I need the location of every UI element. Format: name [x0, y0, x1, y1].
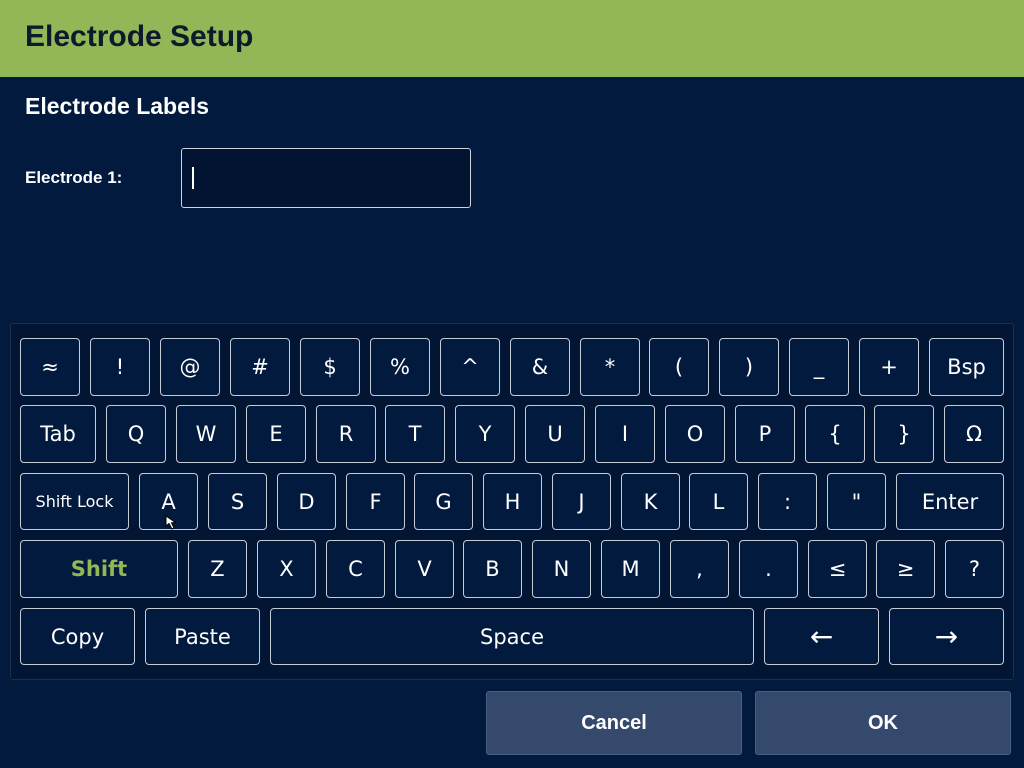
key-comma[interactable]: ,	[670, 540, 729, 598]
key-d[interactable]: D	[277, 473, 336, 530]
text-caret	[192, 167, 194, 189]
key-asterisk[interactable]: *	[580, 338, 640, 396]
key-close-brace[interactable]: }	[874, 405, 934, 463]
key-underscore[interactable]: _	[789, 338, 849, 396]
key-less-equal[interactable]: ≤	[808, 540, 867, 598]
key-i[interactable]: I	[595, 405, 655, 463]
title-bar: Electrode Setup	[0, 0, 1024, 77]
on-screen-keyboard: ≈ ! @ # $ % ^ & * ( ) _ + Bsp Tab Q W E …	[10, 323, 1014, 680]
key-space[interactable]: Space	[270, 608, 754, 665]
key-left-arrow[interactable]: ←	[764, 608, 879, 665]
key-quote[interactable]: "	[827, 473, 886, 530]
key-p[interactable]: P	[735, 405, 795, 463]
key-t[interactable]: T	[385, 405, 445, 463]
key-z[interactable]: Z	[188, 540, 247, 598]
key-hash[interactable]: #	[230, 338, 290, 396]
key-right-arrow[interactable]: →	[889, 608, 1004, 665]
key-omega[interactable]: Ω	[944, 405, 1004, 463]
key-f[interactable]: F	[346, 473, 405, 530]
key-backspace[interactable]: Bsp	[929, 338, 1004, 396]
key-g[interactable]: G	[414, 473, 473, 530]
mouse-pointer-icon	[165, 515, 177, 530]
key-exclamation[interactable]: !	[90, 338, 150, 396]
key-at[interactable]: @	[160, 338, 220, 396]
key-l[interactable]: L	[689, 473, 748, 530]
key-period[interactable]: .	[739, 540, 798, 598]
key-open-brace[interactable]: {	[805, 405, 865, 463]
key-paste[interactable]: Paste	[145, 608, 260, 665]
key-plus[interactable]: +	[859, 338, 919, 396]
key-u[interactable]: U	[525, 405, 585, 463]
key-c[interactable]: C	[326, 540, 385, 598]
key-copy[interactable]: Copy	[20, 608, 135, 665]
key-v[interactable]: V	[395, 540, 454, 598]
key-y[interactable]: Y	[455, 405, 515, 463]
key-shift[interactable]: Shift	[20, 540, 178, 598]
key-caret[interactable]: ^	[440, 338, 500, 396]
key-k[interactable]: K	[621, 473, 680, 530]
electrode-1-label: Electrode 1:	[25, 168, 123, 187]
key-n[interactable]: N	[532, 540, 591, 598]
key-percent[interactable]: %	[370, 338, 430, 396]
key-x[interactable]: X	[257, 540, 316, 598]
page-title: Electrode Setup	[25, 20, 254, 53]
key-e[interactable]: E	[246, 405, 306, 463]
cancel-button[interactable]: Cancel	[486, 691, 742, 755]
key-greater-equal[interactable]: ≥	[876, 540, 935, 598]
ok-button[interactable]: OK	[755, 691, 1011, 755]
key-m[interactable]: M	[601, 540, 660, 598]
key-enter[interactable]: Enter	[896, 473, 1004, 530]
key-shift-lock[interactable]: Shift Lock	[20, 473, 129, 530]
key-q[interactable]: Q	[106, 405, 166, 463]
key-close-paren[interactable]: )	[719, 338, 779, 396]
key-j[interactable]: J	[552, 473, 611, 530]
key-ampersand[interactable]: &	[510, 338, 570, 396]
key-dollar[interactable]: $	[300, 338, 360, 396]
key-approx[interactable]: ≈	[20, 338, 80, 396]
key-r[interactable]: R	[316, 405, 376, 463]
key-o[interactable]: O	[665, 405, 725, 463]
key-colon[interactable]: :	[758, 473, 817, 530]
section-title: Electrode Labels	[25, 93, 210, 119]
electrode-1-input[interactable]	[181, 148, 471, 208]
key-question[interactable]: ?	[945, 540, 1004, 598]
key-w[interactable]: W	[176, 405, 236, 463]
key-b[interactable]: B	[463, 540, 522, 598]
key-open-paren[interactable]: (	[649, 338, 709, 396]
key-s[interactable]: S	[208, 473, 267, 530]
key-h[interactable]: H	[483, 473, 542, 530]
key-tab[interactable]: Tab	[20, 405, 96, 463]
